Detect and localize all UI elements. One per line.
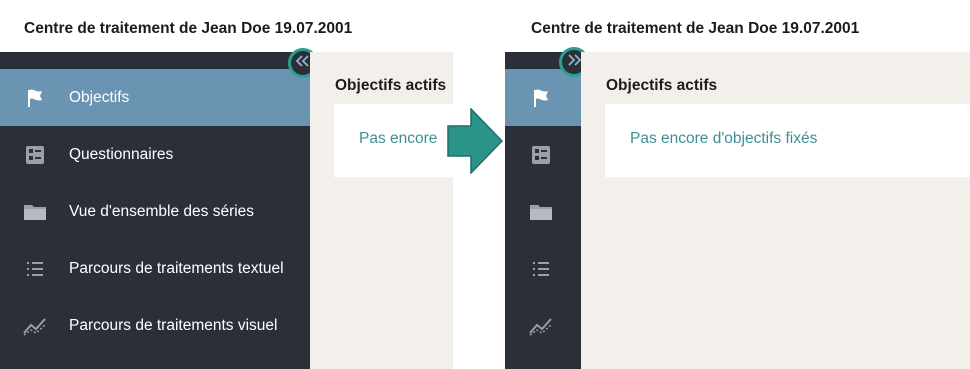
sidebar-item-visual-pathway[interactable]: Parcours de traitements visuel bbox=[0, 297, 310, 354]
sidebar-item-objectifs[interactable]: Objectifs bbox=[0, 69, 310, 126]
sidebar-item-label: Parcours de traitements visuel bbox=[69, 316, 278, 334]
sidebar-item-label: Questionnaires bbox=[69, 145, 174, 163]
sidebar-item-label: Vue d'ensemble des séries bbox=[69, 202, 255, 220]
page-title: Centre de traitement de Jean Doe 19.07.2… bbox=[24, 20, 353, 37]
flag-icon bbox=[528, 69, 554, 126]
sidebar bbox=[505, 52, 581, 369]
sidebar-item-questionnaires[interactable]: Questionnaires bbox=[0, 126, 310, 183]
page-title: Centre de traitement de Jean Doe 19.07.2… bbox=[531, 20, 860, 37]
collapsed-sidebar-view: Centre de traitement de Jean Doe 19.07.2… bbox=[505, 0, 970, 369]
folder-icon bbox=[528, 183, 554, 240]
sidebar-item-series-overview[interactable] bbox=[505, 183, 581, 240]
expanded-sidebar-view: Centre de traitement de Jean Doe 19.07.2… bbox=[0, 0, 453, 369]
sidebar-item-text-pathway[interactable] bbox=[505, 240, 581, 297]
list-icon bbox=[22, 240, 48, 297]
questionnaire-icon bbox=[528, 126, 554, 183]
empty-state-message: Pas encore bbox=[359, 130, 438, 147]
chart-line-icon bbox=[22, 297, 48, 354]
sidebar-item-objectifs[interactable] bbox=[505, 69, 581, 126]
double-chevron-right-icon bbox=[567, 53, 582, 71]
sidebar-toggle-strip bbox=[0, 52, 310, 69]
sidebar-item-series-overview[interactable]: Vue d'ensemble des séries bbox=[0, 183, 310, 240]
flag-icon bbox=[22, 69, 48, 126]
questionnaire-icon bbox=[22, 126, 48, 183]
objectives-card: Pas encore bbox=[334, 104, 453, 177]
sidebar-item-text-pathway[interactable]: Parcours de traitements textuel bbox=[0, 240, 310, 297]
main-content: Objectifs actifs Pas encore bbox=[310, 52, 453, 369]
arrow-right-icon bbox=[447, 108, 503, 174]
double-chevron-left-icon bbox=[295, 54, 310, 72]
section-title: Objectifs actifs bbox=[606, 77, 718, 94]
chart-line-icon bbox=[528, 297, 554, 354]
objectives-card: Pas encore d'objectifs fixés bbox=[605, 104, 970, 177]
sidebar-item-questionnaires[interactable] bbox=[505, 126, 581, 183]
sidebar-item-label: Parcours de traitements textuel bbox=[69, 259, 284, 277]
empty-state-message: Pas encore d'objectifs fixés bbox=[630, 130, 818, 147]
sidebar-item-visual-pathway[interactable] bbox=[505, 297, 581, 354]
main-content: Objectifs actifs Pas encore d'objectifs … bbox=[581, 52, 970, 369]
sidebar-item-label: Objectifs bbox=[69, 88, 130, 106]
section-title: Objectifs actifs bbox=[335, 77, 447, 94]
sidebar: Objectifs Questionnaires Vue d'ensemble … bbox=[0, 52, 310, 369]
folder-icon bbox=[22, 183, 48, 240]
list-icon bbox=[528, 240, 554, 297]
